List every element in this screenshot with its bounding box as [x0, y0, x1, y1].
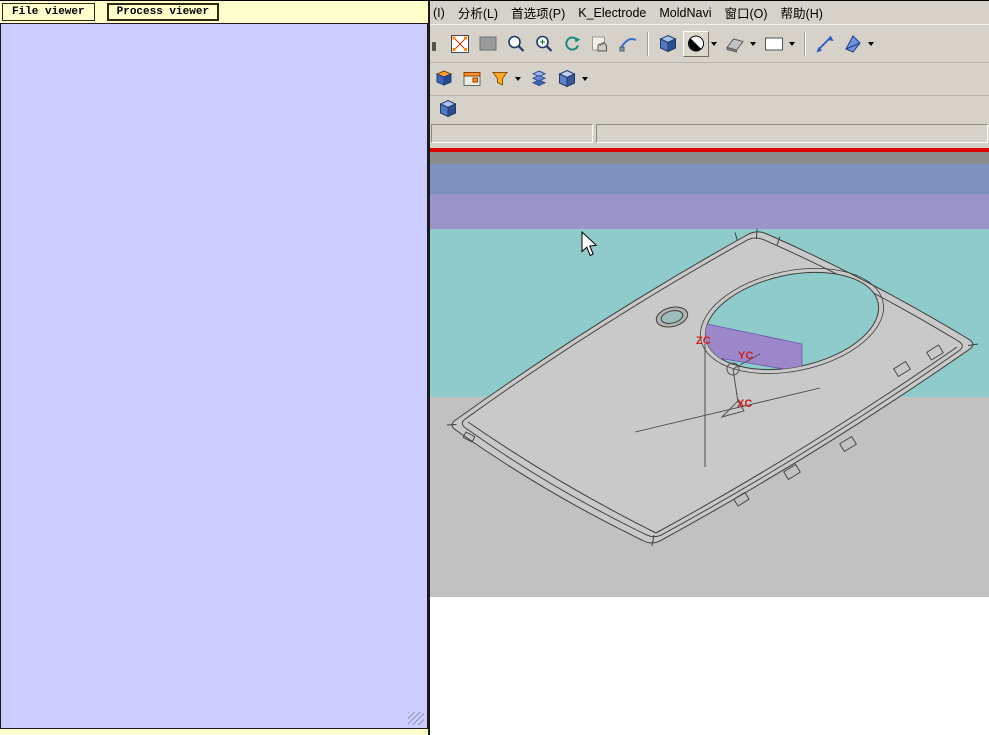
part-outer-face — [451, 231, 974, 544]
toolbar-separator — [804, 31, 806, 56]
pan-icon[interactable] — [587, 31, 613, 57]
part-cube-icon[interactable] — [435, 96, 461, 122]
assembly-dropdown-icon[interactable] — [582, 77, 588, 81]
assembly-icon[interactable] — [554, 66, 580, 92]
render-style-dropdown-icon[interactable] — [711, 41, 717, 46]
graphics-viewport[interactable]: ZC YC XC — [430, 164, 989, 735]
viewer-tab-strip: File viewer Process viewer — [0, 1, 428, 23]
viewer-panel-body[interactable] — [0, 23, 428, 729]
prompt-status-row — [430, 122, 989, 145]
rotate-view-icon[interactable] — [812, 31, 838, 57]
toolbar-view — [430, 25, 989, 62]
mouse-cursor — [581, 230, 598, 257]
orient-view-icon[interactable] — [840, 31, 866, 57]
zoom-in-icon[interactable] — [531, 31, 557, 57]
menu-item-insert-partial[interactable]: (I) — [433, 6, 445, 20]
menu-item-help[interactable]: 帮助(H) — [781, 3, 823, 22]
menu-item-window[interactable]: 窗口(O) — [724, 3, 767, 22]
menu-bar: (I) 分析(L) 首选项(P) K_Electrode MoldNavi 窗口… — [430, 1, 989, 25]
regenerate-icon[interactable] — [559, 31, 585, 57]
status-line — [596, 124, 988, 143]
flat-plane-icon[interactable] — [722, 31, 748, 57]
flat-plane-dropdown-icon[interactable] — [750, 41, 756, 46]
cad-application-pane: (I) 分析(L) 首选项(P) K_Electrode MoldNavi 窗口… — [430, 1, 989, 735]
menu-item-analysis[interactable]: 分析(L) — [458, 3, 498, 22]
render-style-icon[interactable] — [683, 30, 709, 57]
zc-label: ZC — [696, 335, 711, 347]
docked-viewer-panel: File viewer Process viewer — [0, 1, 430, 735]
dialog-icon[interactable] — [459, 66, 485, 92]
model-canvas[interactable]: ZC YC XC — [430, 164, 989, 735]
prompt-line — [431, 124, 593, 143]
mold-tool-icon[interactable] — [431, 66, 457, 92]
snap-point-icon[interactable] — [447, 31, 473, 57]
background-icon[interactable] — [761, 31, 787, 57]
resize-grip[interactable] — [408, 712, 424, 725]
xc-label: XC — [737, 398, 752, 410]
toolbar-overflow-icon[interactable] — [432, 42, 436, 51]
zoom-icon[interactable] — [503, 31, 529, 57]
gray-swatch-icon[interactable] — [475, 31, 501, 57]
yc-label: YC — [738, 350, 753, 362]
fit-view-icon[interactable] — [615, 31, 641, 57]
menu-item-k-electrode[interactable]: K_Electrode — [578, 6, 646, 20]
menu-item-preferences[interactable]: 首选项(P) — [511, 3, 565, 22]
tab-file-viewer[interactable]: File viewer — [2, 3, 95, 21]
shaded-view-icon[interactable] — [655, 31, 681, 57]
menu-item-moldnavi[interactable]: MoldNavi — [659, 6, 711, 20]
model-part[interactable] — [446, 228, 979, 547]
viewport-top-strip — [430, 152, 989, 164]
tab-process-viewer[interactable]: Process viewer — [106, 3, 220, 21]
background-dropdown-icon[interactable] — [789, 41, 795, 46]
toolbar-part — [430, 95, 989, 122]
filter-icon[interactable] — [487, 66, 513, 92]
orient-view-dropdown-icon[interactable] — [868, 41, 874, 46]
toolbar-separator — [647, 31, 649, 56]
toolbar-mold — [430, 62, 989, 95]
layers-icon[interactable] — [526, 66, 552, 92]
filter-dropdown-icon[interactable] — [515, 77, 521, 81]
